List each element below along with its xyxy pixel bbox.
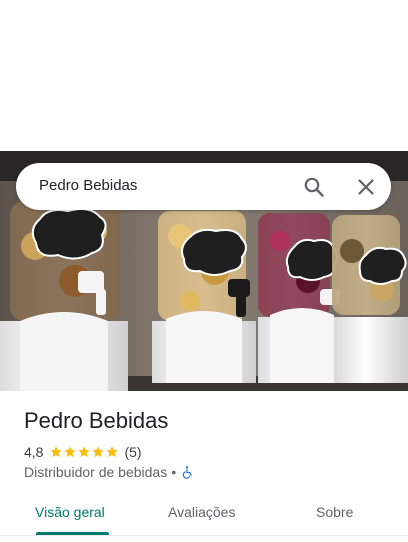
search-box[interactable]: Pedro Bebidas: [16, 163, 391, 210]
rating-value: 4,8: [24, 444, 44, 460]
star-rating: [49, 445, 119, 459]
star-icon: [50, 446, 63, 457]
category-row: Distribuidor de bebidas •: [24, 463, 194, 481]
active-tab-indicator: [36, 532, 109, 535]
separator-dot: •: [171, 464, 177, 480]
place-title: Pedro Bebidas: [24, 408, 169, 433]
rating-row[interactable]: 4,8 (5): [24, 443, 142, 461]
tab-reviews[interactable]: Avaliações: [168, 504, 235, 520]
place-category: Distribuidor de bebidas: [24, 464, 168, 480]
star-icon: [64, 446, 77, 457]
blank-header-area: [0, 0, 408, 151]
wheelchair-accessible-icon: [182, 466, 192, 479]
tab-bar: Visão geral Avaliações Sobre: [0, 494, 408, 536]
search-icon[interactable]: [302, 175, 326, 199]
star-icon: [106, 446, 119, 457]
star-icon: [78, 446, 91, 457]
close-icon[interactable]: [354, 175, 378, 199]
search-input[interactable]: Pedro Bebidas: [39, 177, 137, 194]
place-details-panel: Pedro Bebidas Pedro Bebidas 4,8 (5) Dist…: [0, 0, 408, 542]
review-count-link[interactable]: (5): [124, 444, 141, 460]
tab-overview[interactable]: Visão geral: [35, 504, 105, 520]
star-icon: [92, 446, 105, 457]
tab-about[interactable]: Sobre: [316, 504, 353, 520]
